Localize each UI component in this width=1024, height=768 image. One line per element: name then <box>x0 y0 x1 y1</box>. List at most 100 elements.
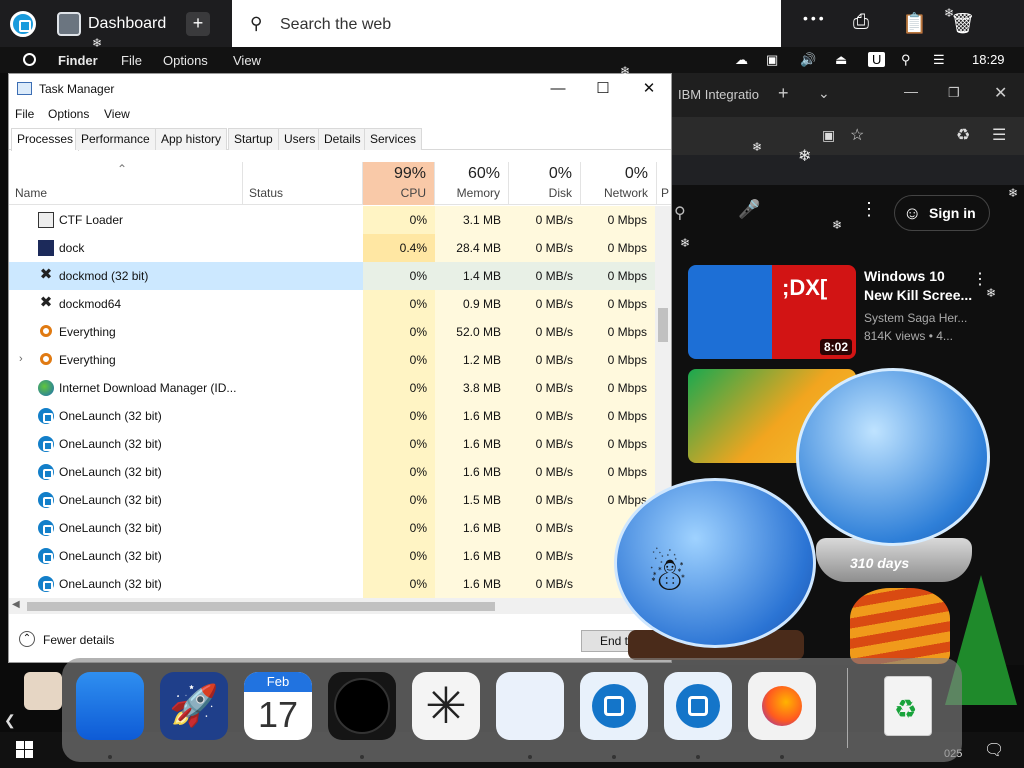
minimize-button[interactable]: — <box>535 76 581 102</box>
tab-performance[interactable]: Performance <box>75 128 156 150</box>
menubar-view[interactable]: View <box>233 53 261 68</box>
menu-file[interactable]: File <box>15 107 34 121</box>
process-disk-value: 0 MB/s <box>509 318 581 346</box>
restore-icon[interactable]: ❐ <box>948 85 960 101</box>
menu-view[interactable]: View <box>104 107 130 121</box>
volume-icon[interactable]: 🔊 <box>800 52 816 68</box>
expand-chevron-icon[interactable]: › <box>19 353 23 365</box>
minimize-icon[interactable]: — <box>904 83 918 99</box>
process-row[interactable]: OneLaunch (32 bit)0%1.6 MB0 MB/s0 M <box>9 514 655 542</box>
horizontal-scrollbar[interactable]: ◀ <box>9 598 671 614</box>
video-title-line1[interactable]: Windows 10 <box>864 267 945 286</box>
notifications-icon[interactable]: 🗨 <box>984 740 1004 760</box>
tab-details[interactable]: Details <box>318 128 367 150</box>
extensions-icon[interactable]: ♻ <box>956 125 970 145</box>
menu-icon[interactable]: ☰ <box>992 125 1006 145</box>
eject-icon[interactable]: ⏏ <box>835 52 847 68</box>
clipboard-icon[interactable]: 📋 <box>902 11 927 36</box>
scroll-left-icon[interactable]: ◀ <box>12 599 20 610</box>
dock-firefox-icon[interactable] <box>748 672 816 740</box>
process-row[interactable]: OneLaunch (32 bit)0%1.6 MB0 MB/s0 M <box>9 570 655 598</box>
process-row[interactable]: OneLaunch (32 bit)0%1.6 MB0 MB/s0 M <box>9 542 655 570</box>
menu-options[interactable]: Options <box>48 107 89 121</box>
title-bar[interactable]: Task Manager — ☐ ✕ <box>9 74 671 104</box>
snowflake-icon: ❄ <box>986 286 997 300</box>
close-button[interactable]: ✕ <box>626 76 672 102</box>
process-row[interactable]: OneLaunch (32 bit) 0% 1.6 MB 0 MB/s 0 Mbps <box>9 402 655 430</box>
sign-in-button[interactable]: ☺ Sign in <box>894 195 990 231</box>
process-row[interactable]: Internet Download Manager (ID... 0% 3.8 MB… <box>9 374 655 402</box>
dock-recycle-bin-icon[interactable]: ♻ <box>874 672 942 740</box>
col-status[interactable]: Status <box>243 162 363 205</box>
process-row[interactable]: ✖ dockmod (32 bit) 0% 1.4 MB 0 MB/s 0 Mbps <box>9 262 655 290</box>
process-memory-value: 1.6 MB <box>435 542 509 570</box>
screenshot-icon[interactable]: ▣ <box>822 127 835 144</box>
dock-desktop-icon[interactable] <box>76 672 144 740</box>
search-placeholder[interactable]: Search the web <box>280 16 391 34</box>
close-icon[interactable]: ✕ <box>994 83 1007 103</box>
vertical-scroll-thumb[interactable] <box>658 308 668 342</box>
col-power[interactable]: P <box>657 162 671 205</box>
tab-app-history[interactable]: App history <box>155 128 228 150</box>
process-row[interactable]: CTF Loader 0% 3.1 MB 0 MB/s 0 Mbps <box>9 206 655 234</box>
video-channel[interactable]: System Saga Her... <box>864 311 967 325</box>
more-options-icon[interactable]: ••• <box>803 10 827 26</box>
dock-onelaunch-icon-2[interactable] <box>664 672 732 740</box>
voice-search-icon[interactable]: 🎤 <box>738 199 760 220</box>
process-memory-value: 3.1 MB <box>435 206 509 234</box>
process-row[interactable]: OneLaunch (32 bit) 0% 1.6 MB 0 MB/s 0 Mbps <box>9 458 655 486</box>
menubar-clock[interactable]: 18:29 <box>972 52 1005 67</box>
col-network[interactable]: 0% Network <box>581 162 657 205</box>
spotlight-search-icon[interactable]: ⚲ <box>901 52 911 68</box>
yt-more-icon[interactable]: ⋮ <box>860 199 878 220</box>
process-row[interactable]: dock 0.4% 28.4 MB 0 MB/s 0 Mbps <box>9 234 655 262</box>
dock-calendar-icon[interactable]: Feb 17 <box>244 672 312 740</box>
menubar-file[interactable]: File <box>121 53 142 68</box>
print-icon[interactable]: ⎙ <box>853 11 869 34</box>
col-cpu[interactable]: 99% CPU <box>363 162 435 205</box>
control-center-icon[interactable]: ☰ <box>933 52 945 68</box>
process-row[interactable]: Everything 0% 52.0 MB 0 MB/s 0 Mbps <box>9 318 655 346</box>
web-search-box[interactable]: ⚲ Search the web <box>232 0 781 47</box>
user-badge-icon[interactable]: U <box>868 52 886 67</box>
process-row[interactable]: OneLaunch (32 bit) 0% 1.6 MB 0 MB/s 0 Mbps <box>9 430 655 458</box>
process-row[interactable]: › Everything 0% 1.2 MB 0 MB/s 0 Mbps <box>9 346 655 374</box>
tab-startup[interactable]: Startup <box>228 128 279 150</box>
collapse-icon[interactable]: ⌃ <box>19 631 35 647</box>
tab-services[interactable]: Services <box>364 128 423 150</box>
process-row[interactable]: OneLaunch (32 bit) 0% 1.5 MB 0 MB/s 0 Mbps <box>9 486 655 514</box>
windows-start-icon[interactable] <box>16 741 33 758</box>
tab-processes[interactable]: Processes <box>11 128 80 151</box>
dock-launchpad-icon[interactable]: 🚀 <box>160 672 228 740</box>
dock-asterisk-app-icon[interactable]: ✳ <box>412 672 480 740</box>
left-arrow-icon[interactable]: ❮ <box>4 712 16 729</box>
cloud-drive-icon[interactable]: ☁ <box>735 52 748 68</box>
system-menu-icon[interactable] <box>23 53 36 66</box>
tab-users[interactable]: Users <box>278 128 322 150</box>
maximize-button[interactable]: ☐ <box>580 76 626 102</box>
desktop-app-icon[interactable] <box>24 672 62 710</box>
browser-tab-ibm[interactable]: IBM Integratio <box>678 87 759 102</box>
dock-clock-icon[interactable] <box>328 672 396 740</box>
dashboard-tab-icon[interactable] <box>57 12 81 36</box>
menubar-app-name[interactable]: Finder <box>58 53 98 68</box>
col-name[interactable]: Name <box>9 162 243 205</box>
col-memory[interactable]: 60% Memory <box>435 162 509 205</box>
onelaunch-logo-icon[interactable] <box>10 11 36 37</box>
tab-list-icon[interactable]: ⌄ <box>818 85 830 102</box>
dashboard-tab-title[interactable]: Dashboard <box>88 15 166 33</box>
bookmark-star-icon[interactable]: ☆ <box>850 125 864 145</box>
new-tab-button[interactable]: + <box>186 12 210 36</box>
process-row[interactable]: ✖ dockmod64 0% 0.9 MB 0 MB/s 0 Mbps <box>9 290 655 318</box>
dock-msn-messenger-icon[interactable] <box>496 672 564 740</box>
menubar-options[interactable]: Options <box>163 53 208 68</box>
col-disk[interactable]: 0% Disk <box>509 162 581 205</box>
network-icon[interactable]: ▣ <box>766 52 778 68</box>
yt-search-icon[interactable]: ⚲ <box>674 203 686 223</box>
video-title-line2[interactable]: New Kill Scree... <box>864 286 972 305</box>
video-thumbnail[interactable]: ;DX[ 8:02 <box>688 265 856 359</box>
new-tab-icon[interactable]: + <box>778 83 789 104</box>
dock-onelaunch-icon[interactable] <box>580 672 648 740</box>
horizontal-scroll-thumb[interactable] <box>27 602 495 611</box>
fewer-details-link[interactable]: Fewer details <box>43 633 114 647</box>
